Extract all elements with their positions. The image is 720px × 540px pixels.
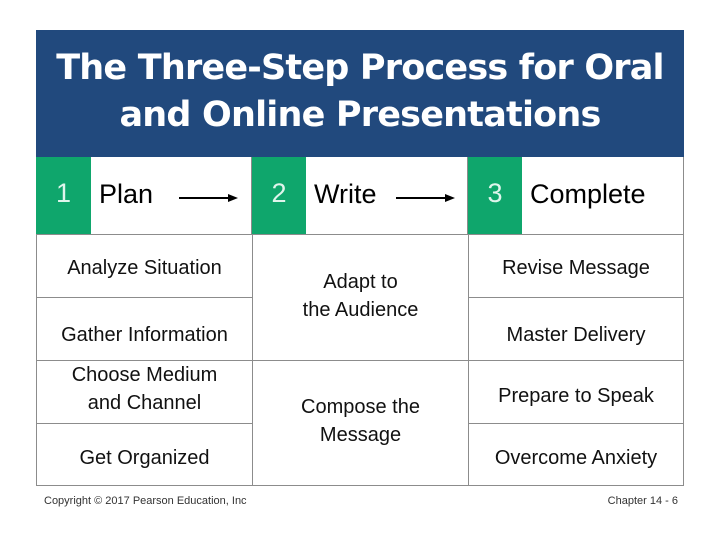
plan-item: Analyze Situation [37,235,253,298]
step-label-plan: Plan [99,179,154,209]
slide-header: The Three-Step Process for Oral and Onli… [36,30,684,157]
arrow-right-icon [396,194,455,202]
plan-item: Get Organized [37,424,253,486]
process-grid: Analyze Situation Gather Information Cho… [36,234,684,486]
write-item: Compose the Message [253,361,469,486]
slide-title: The Three-Step Process for Oral and Onli… [56,47,664,135]
page-number: Chapter 14 - 6 [607,495,678,507]
plan-item: Choose Medium and Channel [37,361,253,424]
step-label-complete: Complete [530,179,646,209]
step-number-1: 1 [36,157,91,234]
step-label-write: Write [314,179,377,209]
step-number-3: 3 [468,157,522,234]
plan-item: Gather Information [37,298,253,361]
copyright-text: Copyright © 2017 Pearson Education, Inc [44,495,247,507]
complete-item: Prepare to Speak [469,361,683,424]
complete-item: Overcome Anxiety [494,447,658,469]
step-number-2: 2 [252,157,306,234]
complete-item: Revise Message [469,235,683,298]
step-complete-header: 3 Complete [468,157,684,234]
write-item: Adapt to the Audience [253,235,469,361]
complete-item: Master Delivery [469,298,683,361]
arrow-right-icon [179,194,238,202]
